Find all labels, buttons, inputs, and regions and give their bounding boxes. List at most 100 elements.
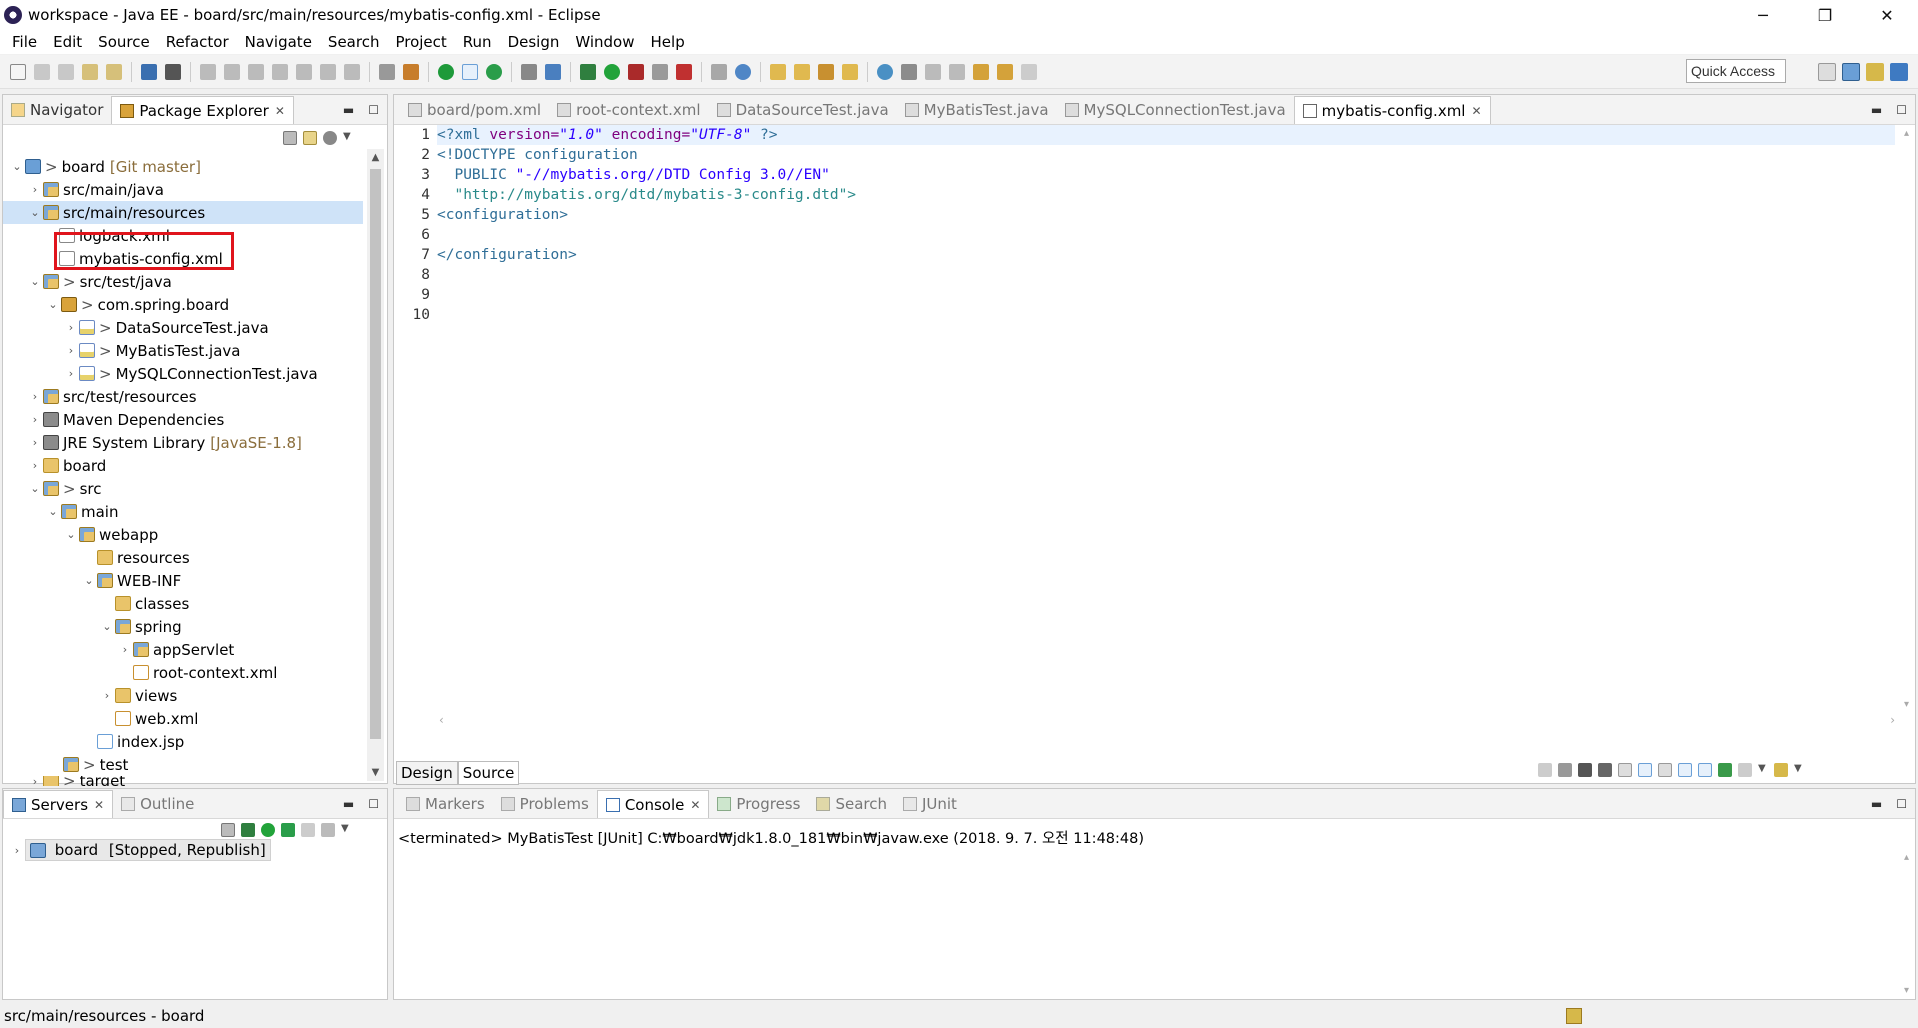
tree-item-jre-system-library[interactable]: › JRE System Library [JavaSE-1.8] xyxy=(3,431,363,454)
restore-button[interactable]: ❐ xyxy=(1794,0,1856,30)
tree-item-spring[interactable]: ⌄ spring xyxy=(3,615,363,638)
clear-console-icon[interactable] xyxy=(1618,763,1632,777)
collapse-all-icon[interactable] xyxy=(221,823,235,837)
minimize-icon[interactable]: ▬ xyxy=(1871,103,1882,117)
start-server-icon[interactable] xyxy=(261,823,275,837)
open-type-icon[interactable] xyxy=(770,63,786,80)
tab-source[interactable]: Source xyxy=(457,761,520,785)
new-server-icon[interactable] xyxy=(545,63,561,80)
stop-server-icon[interactable] xyxy=(301,823,315,837)
use-step-filters-icon[interactable] xyxy=(403,63,419,80)
menu-refactor[interactable]: Refactor xyxy=(158,33,237,51)
search-tool-icon[interactable] xyxy=(818,63,834,80)
globe-icon[interactable] xyxy=(877,63,893,80)
tree-item-com-spring-board[interactable]: ⌄ > com.spring.board xyxy=(3,293,363,316)
display-console-icon[interactable] xyxy=(1738,763,1752,777)
tree-item-classes[interactable]: classes xyxy=(3,592,363,615)
chevron-down-icon[interactable]: ⌄ xyxy=(27,206,43,219)
close-tab-icon[interactable]: ✕ xyxy=(275,104,285,118)
chevron-down-icon[interactable]: ⌄ xyxy=(45,298,61,311)
tree-scrollbar[interactable]: ▲ ▼ xyxy=(367,149,384,781)
chevron-right-icon[interactable]: › xyxy=(27,459,43,472)
chevron-down-icon[interactable]: ▼ xyxy=(1794,763,1804,777)
tree-item-root-context-xml[interactable]: root-context.xml xyxy=(3,661,363,684)
chevron-down-icon[interactable]: ⌄ xyxy=(27,275,43,288)
forward-icon[interactable] xyxy=(1021,63,1037,80)
tree-item-resources[interactable]: resources xyxy=(3,546,363,569)
maximize-icon[interactable]: ☐ xyxy=(368,797,379,811)
tab-package-explorer[interactable]: Package Explorer ✕ xyxy=(111,96,294,124)
disconnect-icon[interactable] xyxy=(1538,763,1552,777)
status-icon[interactable] xyxy=(1566,1008,1582,1024)
annotation-icon[interactable] xyxy=(901,63,917,80)
new-icon[interactable] xyxy=(10,63,26,80)
start-server-icon[interactable] xyxy=(438,63,454,80)
tree-item-views[interactable]: › views xyxy=(3,684,363,707)
scroll-down-icon[interactable]: ▾ xyxy=(1898,982,1915,999)
scroll-down-icon[interactable]: ▼ xyxy=(367,764,384,781)
close-tab-icon[interactable]: ✕ xyxy=(1471,104,1481,118)
minimize-button[interactable]: ─ xyxy=(1732,0,1794,30)
tab-servers[interactable]: Servers ✕ xyxy=(3,790,114,818)
chevron-right-icon[interactable]: › xyxy=(9,844,25,857)
console-scrollbar[interactable]: ▴ ▾ xyxy=(1898,849,1915,999)
skip-breakpoints-icon[interactable] xyxy=(165,63,181,80)
chevron-right-icon[interactable]: › xyxy=(27,183,43,196)
maximize-icon[interactable]: ☐ xyxy=(1896,797,1907,811)
terminate-icon[interactable] xyxy=(1558,763,1572,777)
scroll-up-icon[interactable]: ▴ xyxy=(1898,125,1915,142)
open-perspective-icon[interactable] xyxy=(1818,63,1836,81)
tree-item-index-jsp[interactable]: index.jsp xyxy=(3,730,363,753)
external-tools-icon[interactable] xyxy=(676,63,692,80)
new-java-project-icon[interactable] xyxy=(711,63,727,80)
chevron-down-icon[interactable]: ⌄ xyxy=(81,574,97,587)
menu-search[interactable]: Search xyxy=(320,33,388,51)
drop-to-frame-icon[interactable] xyxy=(379,63,395,80)
chevron-down-icon[interactable]: ▼ xyxy=(341,823,351,837)
stop-icon[interactable] xyxy=(652,63,668,80)
tree-item-src-test-java[interactable]: ⌄ > src/test/java xyxy=(3,270,363,293)
chevron-down-icon[interactable]: ⌄ xyxy=(99,620,115,633)
chevron-right-icon[interactable]: › xyxy=(27,776,43,786)
close-window-button[interactable]: ✕ xyxy=(1856,0,1918,30)
menu-navigate[interactable]: Navigate xyxy=(237,33,320,51)
chevron-right-icon[interactable]: › xyxy=(99,689,115,702)
editor-scrollbar[interactable]: ▴ ▾ xyxy=(1898,125,1915,713)
tab-markers[interactable]: Markers xyxy=(398,790,493,818)
tab-mybatistest[interactable]: MyBatisTest.java xyxy=(897,96,1057,124)
minimize-icon[interactable]: ▬ xyxy=(343,103,354,117)
tab-pom-xml[interactable]: board/pom.xml xyxy=(400,96,549,124)
open-resource-icon[interactable] xyxy=(794,63,810,80)
chevron-down-icon[interactable]: ⌄ xyxy=(9,160,25,173)
tree-item-web-xml[interactable]: web.xml xyxy=(3,707,363,730)
server-row-board[interactable]: › board [Stopped, Republish] xyxy=(9,839,271,861)
minimize-icon[interactable]: ▬ xyxy=(1871,797,1882,811)
chevron-right-icon[interactable]: › xyxy=(117,643,133,656)
tab-mysqlconnectiontest[interactable]: MySQLConnectionTest.java xyxy=(1057,96,1294,124)
server-entry[interactable]: board [Stopped, Republish] xyxy=(25,839,271,861)
scroll-lock-icon[interactable] xyxy=(1638,763,1652,777)
chevron-right-icon[interactable]: › xyxy=(27,413,43,426)
tab-root-context-xml[interactable]: root-context.xml xyxy=(549,96,708,124)
tree-item-web-inf[interactable]: ⌄ WEB-INF xyxy=(3,569,363,592)
menu-source[interactable]: Source xyxy=(90,33,158,51)
open-console-icon[interactable] xyxy=(1774,763,1788,777)
terminate-icon[interactable] xyxy=(248,63,264,80)
tree-item-target[interactable]: › > target xyxy=(3,776,363,786)
tree-item-maven-dependencies[interactable]: › Maven Dependencies xyxy=(3,408,363,431)
java-ee-perspective-icon[interactable] xyxy=(1842,63,1860,81)
tab-mybatis-config-xml[interactable]: mybatis-config.xml ✕ xyxy=(1293,96,1491,124)
collapse-all-icon[interactable] xyxy=(283,131,297,145)
tree-item-appservlet[interactable]: › appServlet xyxy=(3,638,363,661)
remove-all-launches-icon[interactable] xyxy=(1598,763,1612,777)
chevron-down-icon[interactable]: ▼ xyxy=(1758,763,1768,777)
chevron-down-icon[interactable]: ⌄ xyxy=(45,505,61,518)
menu-run[interactable]: Run xyxy=(455,33,500,51)
back-icon[interactable] xyxy=(997,63,1013,80)
scroll-up-icon[interactable]: ▲ xyxy=(367,149,384,166)
maximize-icon[interactable]: ☐ xyxy=(368,103,379,117)
close-tab-icon[interactable]: ✕ xyxy=(94,798,104,812)
step-return-icon[interactable] xyxy=(344,63,360,80)
view-menu-icon[interactable] xyxy=(323,131,337,145)
new-java-package-icon[interactable] xyxy=(735,63,751,80)
